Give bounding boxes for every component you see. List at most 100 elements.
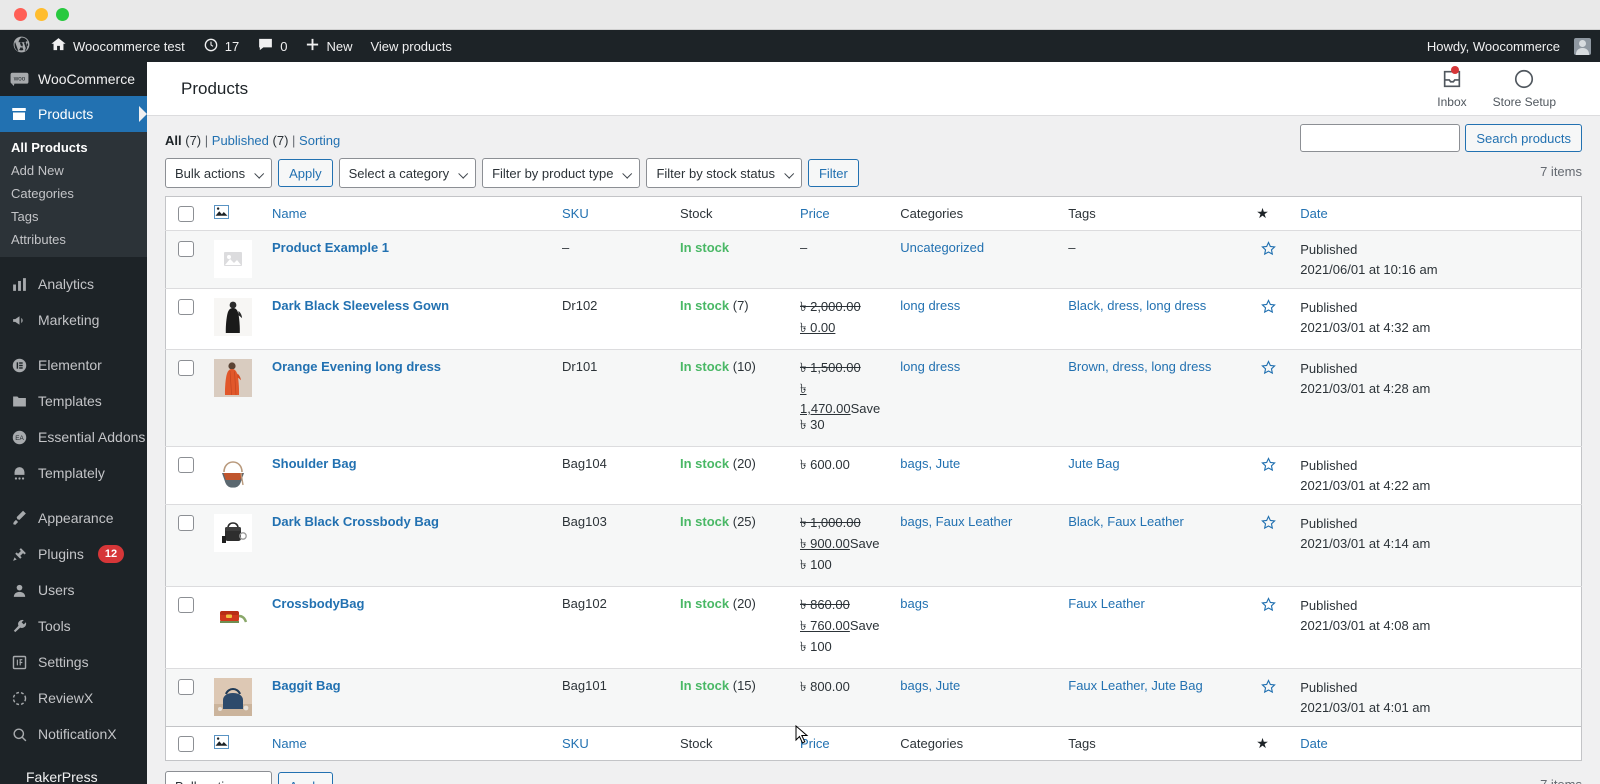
- product-name-link[interactable]: CrossbodyBag: [272, 596, 364, 611]
- search-products-button[interactable]: Search products: [1465, 124, 1582, 152]
- inbox-button[interactable]: Inbox: [1437, 66, 1467, 109]
- price-footer-header[interactable]: Price: [790, 727, 890, 761]
- apply-bulk-action-button-bottom[interactable]: Apply: [278, 772, 333, 784]
- sidebar-item-plugins[interactable]: Plugins 12: [0, 536, 147, 572]
- category-filter-select[interactable]: Select a category: [338, 158, 477, 188]
- filter-button[interactable]: Filter: [807, 159, 859, 187]
- store-setup-button[interactable]: Store Setup: [1493, 68, 1556, 109]
- row-checkbox[interactable]: [178, 679, 194, 695]
- window-close-button[interactable]: [14, 8, 27, 21]
- row-featured-cell: [1246, 349, 1291, 447]
- price-header[interactable]: Price: [790, 197, 890, 231]
- product-thumbnail-baggit[interactable]: [214, 678, 252, 716]
- product-type-filter-select[interactable]: Filter by product type: [482, 158, 641, 188]
- product-name-link[interactable]: Shoulder Bag: [272, 456, 357, 471]
- category-link[interactable]: long dress: [900, 359, 960, 374]
- category-link[interactable]: Uncategorized: [900, 240, 984, 255]
- product-thumbnail-black-bag[interactable]: [214, 514, 252, 552]
- window-maximize-button[interactable]: [56, 8, 69, 21]
- tag-link[interactable]: Black, Faux Leather: [1068, 514, 1184, 529]
- product-name-link[interactable]: Dark Black Crossbody Bag: [272, 514, 439, 529]
- tag-link[interactable]: Jute Bag: [1068, 456, 1119, 471]
- tag-link[interactable]: Black, dress, long dress: [1068, 298, 1206, 313]
- date-footer-header[interactable]: Date: [1290, 727, 1581, 761]
- bulk-actions-select-bottom[interactable]: Bulk actions: [165, 771, 273, 784]
- row-checkbox[interactable]: [178, 457, 194, 473]
- my-account-menu[interactable]: Howdy, Woocommerce: [1418, 30, 1600, 62]
- tag-link[interactable]: Brown, dress, long dress: [1068, 359, 1211, 374]
- view-sorting-link[interactable]: Sorting: [299, 133, 340, 148]
- sidebar-item-attributes[interactable]: Attributes: [0, 228, 147, 251]
- featured-star-icon[interactable]: [1260, 359, 1277, 379]
- sku-header[interactable]: SKU: [552, 197, 670, 231]
- sidebar-item-fakerpress[interactable]: FakerPress: [0, 761, 147, 784]
- featured-star-icon[interactable]: [1260, 678, 1277, 698]
- featured-star-icon[interactable]: [1260, 596, 1277, 616]
- product-thumbnail-shoulder-bag[interactable]: [214, 456, 252, 494]
- product-thumbnail-gown[interactable]: [214, 298, 252, 336]
- product-name-link[interactable]: Dark Black Sleeveless Gown: [272, 298, 449, 313]
- category-link[interactable]: bags, Jute: [900, 456, 960, 471]
- date-header[interactable]: Date: [1290, 197, 1581, 231]
- product-thumbnail-orange-dress[interactable]: [214, 359, 252, 397]
- sidebar-item-essential-addons[interactable]: EA Essential Addons: [0, 419, 147, 455]
- sidebar-settings-label: Settings: [38, 654, 89, 670]
- row-checkbox[interactable]: [178, 597, 194, 613]
- search-input[interactable]: [1300, 124, 1461, 152]
- view-published-link[interactable]: Published: [212, 133, 269, 148]
- sidebar-item-add-new[interactable]: Add New: [0, 159, 147, 182]
- sidebar-item-appearance[interactable]: Appearance: [0, 500, 147, 536]
- site-name-menu[interactable]: Woocommerce test: [41, 30, 194, 62]
- sidebar-item-marketing[interactable]: Marketing: [0, 302, 147, 338]
- row-checkbox[interactable]: [178, 360, 194, 376]
- category-link[interactable]: long dress: [900, 298, 960, 313]
- sku-footer-header[interactable]: SKU: [552, 727, 670, 761]
- sidebar-item-all-products[interactable]: All Products: [0, 136, 147, 159]
- view-products-link[interactable]: View products: [361, 30, 460, 62]
- new-content-menu[interactable]: New: [296, 30, 361, 62]
- row-checkbox[interactable]: [178, 515, 194, 531]
- sidebar-item-categories[interactable]: Categories: [0, 182, 147, 205]
- sidebar-item-settings[interactable]: Settings: [0, 644, 147, 680]
- featured-star-icon[interactable]: [1260, 240, 1277, 260]
- sidebar-item-notificationx[interactable]: NotificationX: [0, 716, 147, 752]
- select-all-checkbox-top[interactable]: [178, 206, 194, 222]
- featured-star-icon[interactable]: [1260, 298, 1277, 318]
- featured-star-icon[interactable]: [1260, 456, 1277, 476]
- select-all-checkbox-bottom[interactable]: [178, 736, 194, 752]
- sidebar-item-products[interactable]: Products: [0, 96, 147, 132]
- updates-menu[interactable]: 17: [194, 30, 248, 62]
- product-thumbnail-placeholder[interactable]: [214, 240, 252, 278]
- bulk-actions-select-top[interactable]: Bulk actions: [165, 158, 273, 188]
- sidebar-item-templately[interactable]: Templately: [0, 455, 147, 491]
- sidebar-item-woocommerce[interactable]: woo WooCommerce: [0, 62, 147, 96]
- category-link[interactable]: bags, Faux Leather: [900, 514, 1012, 529]
- stock-count: (7): [732, 298, 749, 313]
- category-link[interactable]: bags, Jute: [900, 678, 960, 693]
- product-name-link[interactable]: Product Example 1: [272, 240, 389, 255]
- wordpress-logo-menu[interactable]: [0, 30, 41, 62]
- product-name-link[interactable]: Orange Evening long dress: [272, 359, 441, 374]
- product-name-link[interactable]: Baggit Bag: [272, 678, 341, 693]
- sidebar-item-analytics[interactable]: Analytics: [0, 266, 147, 302]
- sidebar-item-tags[interactable]: Tags: [0, 205, 147, 228]
- apply-bulk-action-button-top[interactable]: Apply: [278, 159, 333, 187]
- featured-star-icon[interactable]: [1260, 514, 1277, 534]
- product-thumbnail-red-bag[interactable]: [214, 596, 252, 634]
- sidebar-item-users[interactable]: Users: [0, 572, 147, 608]
- row-checkbox[interactable]: [178, 241, 194, 257]
- stock-status-filter-select[interactable]: Filter by stock status: [646, 158, 802, 188]
- tag-link[interactable]: Faux Leather: [1068, 596, 1145, 611]
- sidebar-item-elementor[interactable]: Elementor: [0, 347, 147, 383]
- row-checkbox[interactable]: [178, 299, 194, 315]
- sidebar-item-tools[interactable]: Tools: [0, 608, 147, 644]
- category-link[interactable]: bags: [900, 596, 928, 611]
- name-header[interactable]: Name: [262, 197, 552, 231]
- name-footer-header[interactable]: Name: [262, 727, 552, 761]
- tag-link[interactable]: Faux Leather, Jute Bag: [1068, 678, 1202, 693]
- sidebar-item-templates[interactable]: Templates: [0, 383, 147, 419]
- comments-menu[interactable]: 0: [248, 30, 296, 62]
- view-all-link[interactable]: All: [165, 133, 182, 148]
- window-minimize-button[interactable]: [35, 8, 48, 21]
- sidebar-item-reviewx[interactable]: ReviewX: [0, 680, 147, 716]
